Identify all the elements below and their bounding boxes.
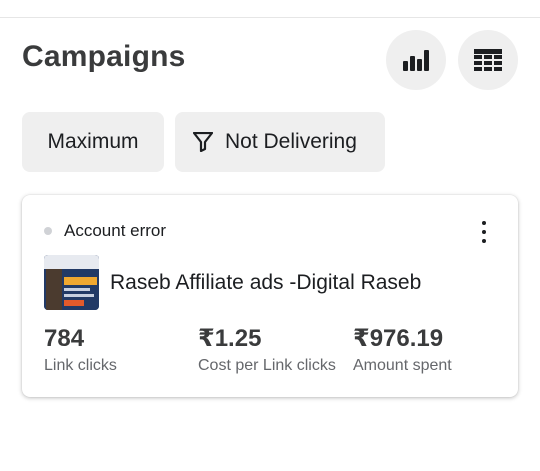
status-dot [44,227,52,235]
page-title: Campaigns [22,40,186,73]
campaign-row[interactable]: Raseb Affiliate ads -Digital Raseb [44,255,421,310]
metric-label: Cost per Link clicks [198,357,336,374]
bar-chart-icon [403,50,429,71]
more-vertical-icon-dot [482,221,486,225]
delivery-filter-label: Not Delivering [225,130,357,153]
metric-amount-spent: ₹976.19 Amount spent [353,325,452,375]
metric-value: ₹976.19 [353,325,444,352]
metric-label: Link clicks [44,357,117,374]
campaign-thumbnail [44,255,99,310]
more-vertical-icon-dot [482,239,486,243]
delivery-filter-chip[interactable]: Not Delivering [175,112,385,172]
top-divider [0,17,540,18]
metric-value: 784 [44,325,85,352]
more-vertical-icon-dot [482,230,486,234]
filter-icon [193,132,213,152]
more-options-button[interactable] [474,221,494,243]
metric-label: Amount spent [353,357,452,374]
table-icon [474,49,502,71]
maximum-label: Maximum [47,130,139,153]
campaign-status: Account error [44,221,166,241]
campaign-card[interactable]: Account error Raseb Affiliate ads -Digit… [22,195,518,397]
maximum-filter-chip[interactable]: Maximum [22,112,164,172]
status-text: Account error [64,221,167,240]
metric-value: ₹1.25 [198,325,262,352]
chart-view-button[interactable] [386,30,446,90]
metric-link-clicks: 784 Link clicks [44,325,117,375]
campaign-name: Raseb Affiliate ads -Digital Raseb [110,270,422,294]
metric-cost-per-link-click: ₹1.25 Cost per Link clicks [198,325,336,375]
table-view-button[interactable] [458,30,518,90]
